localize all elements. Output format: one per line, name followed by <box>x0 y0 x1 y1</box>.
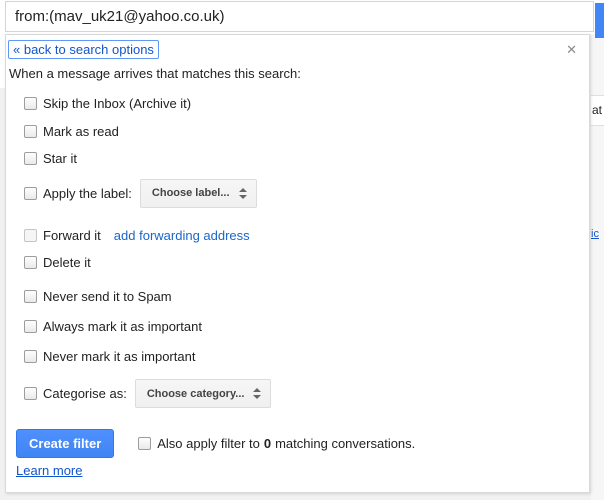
panel-footer: Create filter Also apply filter to 0 mat… <box>16 429 415 458</box>
option-label: Categorise as: <box>43 386 127 401</box>
create-filter-button[interactable]: Create filter <box>16 429 114 458</box>
spinner-arrows-icon <box>239 188 247 199</box>
triangle-up-icon <box>253 388 261 392</box>
triangle-down-icon <box>239 195 247 199</box>
matching-count: 0 <box>264 436 271 451</box>
option-row-star-it: Star it <box>24 150 77 167</box>
option-row-delete-it: Delete it <box>24 254 91 271</box>
back-to-search-options-link[interactable]: « back to search options <box>8 40 159 59</box>
panel-heading: When a message arrives that matches this… <box>9 66 301 81</box>
skip-inbox-checkbox[interactable] <box>24 97 37 110</box>
background-text-fragment: at <box>592 103 602 117</box>
never-important-checkbox[interactable] <box>24 350 37 363</box>
background-row-divider <box>591 125 604 126</box>
triangle-down-icon <box>253 395 261 399</box>
choose-label-dropdown[interactable]: Choose label... <box>140 179 257 208</box>
option-label: Skip the Inbox (Archive it) <box>43 96 191 111</box>
learn-more-link[interactable]: Learn more <box>16 463 82 478</box>
apply-text-after: matching conversations. <box>275 436 415 451</box>
spinner-arrows-icon <box>253 388 261 399</box>
dropdown-value: Choose label... <box>152 187 230 199</box>
add-forwarding-address-link[interactable]: add forwarding address <box>114 228 250 243</box>
search-input[interactable] <box>5 1 594 32</box>
option-row-apply-label: Apply the label: Choose label... <box>24 178 257 208</box>
also-apply-checkbox[interactable] <box>138 437 151 450</box>
star-it-checkbox[interactable] <box>24 152 37 165</box>
option-row-never-spam: Never send it to Spam <box>24 288 172 305</box>
option-label: Delete it <box>43 255 91 270</box>
option-label: Mark as read <box>43 124 119 139</box>
apply-text-before: Also apply filter to <box>157 436 260 451</box>
mark-as-read-checkbox[interactable] <box>24 125 37 138</box>
also-apply-option: Also apply filter to 0 matching conversa… <box>138 436 415 451</box>
background-row-divider <box>591 95 604 96</box>
option-row-mark-as-read: Mark as read <box>24 123 119 140</box>
option-row-categorise: Categorise as: Choose category... <box>24 378 271 409</box>
background-link-fragment: ic <box>591 228 599 240</box>
apply-label-checkbox[interactable] <box>24 187 37 200</box>
search-button-fragment[interactable] <box>595 3 604 38</box>
option-label: Forward it <box>43 228 101 243</box>
never-send-to-spam-checkbox[interactable] <box>24 290 37 303</box>
gmail-filter-screen: at ic « back to search options ✕ When a … <box>0 0 604 500</box>
option-label: Never send it to Spam <box>43 289 172 304</box>
dropdown-value: Choose category... <box>147 388 245 400</box>
option-label: Apply the label: <box>43 186 132 201</box>
triangle-up-icon <box>239 188 247 192</box>
create-filter-panel: « back to search options ✕ When a messag… <box>5 34 590 493</box>
always-important-checkbox[interactable] <box>24 320 37 333</box>
delete-it-checkbox[interactable] <box>24 256 37 269</box>
option-label: Always mark it as important <box>43 319 202 334</box>
option-row-never-important: Never mark it as important <box>24 348 195 365</box>
choose-category-dropdown[interactable]: Choose category... <box>135 379 272 408</box>
option-row-forward-it: Forward it add forwarding address <box>24 227 250 244</box>
close-icon[interactable]: ✕ <box>566 43 577 56</box>
categorise-checkbox[interactable] <box>24 387 37 400</box>
forward-it-checkbox[interactable] <box>24 229 37 242</box>
option-row-skip-inbox: Skip the Inbox (Archive it) <box>24 95 191 112</box>
search-bar <box>0 0 604 34</box>
option-label: Star it <box>43 151 77 166</box>
option-label: Never mark it as important <box>43 349 195 364</box>
option-row-always-important: Always mark it as important <box>24 318 202 335</box>
